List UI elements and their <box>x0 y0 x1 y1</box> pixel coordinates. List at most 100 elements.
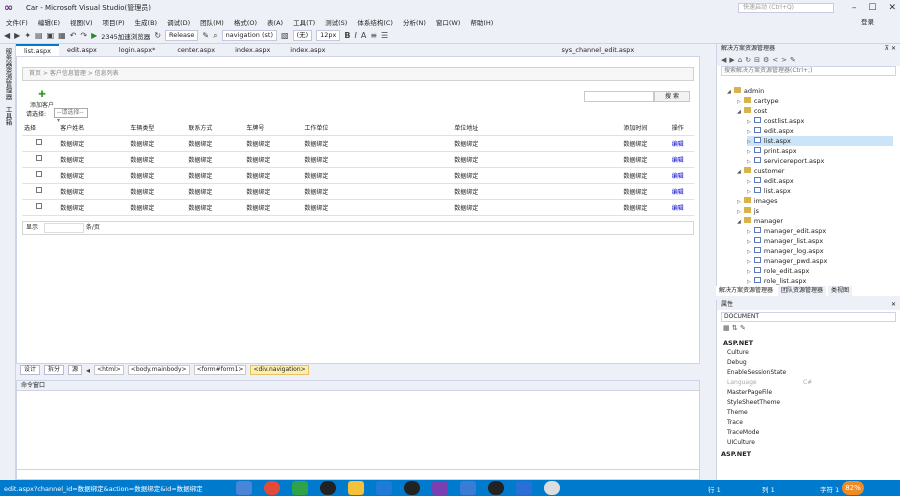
signin-link[interactable]: 登录 <box>861 16 874 28</box>
pin-icon[interactable]: ⊼ ✕ <box>885 44 896 54</box>
list-icon[interactable]: ☰ <box>381 31 388 40</box>
edit-link[interactable]: 编辑 <box>669 167 694 184</box>
edit-link[interactable]: 编辑 <box>669 183 694 200</box>
expand-right-icon[interactable]: ▷ <box>747 189 751 195</box>
solution-search-input[interactable]: 搜索解决方案资源管理器(Ctrl+;) <box>721 66 896 76</box>
expand-down-icon[interactable]: ◢ <box>737 219 741 225</box>
property-pages-icon[interactable]: ✎ <box>740 324 746 332</box>
redo-icon[interactable]: ↷ <box>80 31 87 40</box>
tree-item[interactable]: ▷ edit.aspx <box>747 176 893 186</box>
source-view-button[interactable]: 源 <box>68 365 83 375</box>
tree-item[interactable]: ▷ images <box>737 196 893 206</box>
style-apply-icon[interactable]: ▧ <box>281 31 289 40</box>
tab-team-explorer[interactable]: 团队资源管理器 <box>778 286 827 296</box>
expand-right-icon[interactable]: ▷ <box>747 159 751 165</box>
row-checkbox[interactable] <box>36 203 42 209</box>
properties-close-icon[interactable]: ✕ <box>891 300 896 310</box>
menu-item[interactable]: 分析(N) <box>403 17 426 27</box>
sol-properties-icon[interactable]: ⚙ <box>763 56 772 64</box>
menu-item[interactable]: 工具(T) <box>293 17 315 27</box>
page-size-input[interactable] <box>43 222 84 233</box>
row-checkbox[interactable] <box>36 187 42 193</box>
block-format-dropdown[interactable]: navigation (st) <box>221 30 277 41</box>
tab-login-aspx[interactable]: login.aspx* <box>111 44 164 56</box>
tree-item[interactable]: ▷ role_edit.aspx <box>747 266 893 276</box>
taskbar-app-icon[interactable] <box>460 481 476 495</box>
tree-item[interactable]: ▷ manager_edit.aspx <box>747 226 893 236</box>
crumb-html[interactable]: <html> <box>94 365 124 375</box>
edit-link[interactable]: 编辑 <box>669 199 694 216</box>
sol-forward-icon[interactable]: ▶ <box>729 56 737 64</box>
add-customer-button[interactable]: ✚ 添加客户 <box>30 91 54 110</box>
bold-icon[interactable]: B <box>344 31 350 40</box>
server-explorer-tab[interactable]: 服务器资源管理器 <box>3 48 13 100</box>
expand-right-icon[interactable]: ▷ <box>747 279 751 285</box>
search-button[interactable]: 搜 索 <box>654 91 690 102</box>
find-icon[interactable]: ⌕ <box>213 31 217 41</box>
menu-item[interactable]: 视图(V) <box>70 17 93 27</box>
configuration-dropdown[interactable]: Release <box>165 30 199 41</box>
tree-item[interactable]: ◢ manager <box>737 216 893 226</box>
sol-collapse-icon[interactable]: ⊟ <box>754 56 763 64</box>
tree-item[interactable]: ▷ manager_pwd.aspx <box>747 256 893 266</box>
property-row[interactable]: Theme <box>723 408 891 418</box>
quick-launch-input[interactable]: 快速启动 (Ctrl+Q) <box>738 3 834 13</box>
sol-wrench-icon[interactable]: ✎ <box>790 56 799 64</box>
tree-item[interactable]: ▷ cartype <box>737 96 893 106</box>
font-dropdown[interactable]: (无) <box>292 30 313 41</box>
expand-right-icon[interactable]: ▷ <box>747 179 751 185</box>
tab-center-aspx[interactable]: center.aspx <box>169 44 223 56</box>
tree-item[interactable]: ▷ js <box>737 206 893 216</box>
menu-item[interactable]: 项目(P) <box>103 17 125 27</box>
undo-icon[interactable]: ↶ <box>70 31 77 40</box>
tree-item[interactable]: ▷ manager_log.aspx <box>747 246 893 256</box>
expand-right-icon[interactable]: ▷ <box>747 239 751 245</box>
expand-down-icon[interactable]: ◢ <box>737 109 741 115</box>
expand-right-icon[interactable]: ▷ <box>747 129 751 135</box>
new-project-icon[interactable]: ✦ <box>24 31 31 40</box>
search-input[interactable] <box>584 91 654 102</box>
property-row[interactable]: UICulture <box>723 438 891 448</box>
split-view-button[interactable]: 拆分 <box>44 365 65 375</box>
tree-item[interactable]: ▷ role_list.aspx <box>747 276 893 286</box>
menu-item[interactable]: 帮助(H) <box>470 17 493 27</box>
taskbar-qq-icon[interactable] <box>488 481 504 495</box>
maximize-icon[interactable]: ☐ <box>868 0 876 16</box>
expand-right-icon[interactable]: ▷ <box>737 99 741 105</box>
tree-item[interactable]: ◢ cost <box>737 106 893 116</box>
forward-icon[interactable]: ▶ <box>14 31 20 40</box>
sol-view-code-icon[interactable]: <> <box>772 56 790 64</box>
property-row[interactable]: StyleSheetTheme <box>723 398 891 408</box>
tree-item[interactable]: ▷ manager_list.aspx <box>747 236 893 246</box>
crumb-back-icon[interactable]: ◂ <box>86 366 90 375</box>
edit-link[interactable]: 编辑 <box>669 135 694 152</box>
edit-link[interactable]: 编辑 <box>669 151 694 168</box>
save-all-icon[interactable]: ▦ <box>58 31 66 40</box>
back-icon[interactable]: ◀ <box>4 31 10 40</box>
save-icon[interactable]: ▣ <box>47 31 55 40</box>
crumb-form[interactable]: <form#form1> <box>193 365 247 375</box>
menu-item[interactable]: 调试(D) <box>167 17 190 27</box>
tree-item[interactable]: ▷ edit.aspx <box>747 126 893 136</box>
tab-edit-aspx[interactable]: edit.aspx <box>59 44 105 56</box>
tab-class-view[interactable]: 类视图 <box>828 286 853 296</box>
property-row[interactable]: Culture <box>723 348 891 358</box>
expand-right-icon[interactable]: ▷ <box>747 119 751 125</box>
tree-item[interactable]: ◢ customer <box>737 166 893 176</box>
close-icon[interactable]: ✕ <box>888 0 896 16</box>
expand-right-icon[interactable]: ▷ <box>747 269 751 275</box>
tab-solution-explorer[interactable]: 解决方案资源管理器 <box>716 286 777 296</box>
tree-item[interactable]: ▷ list.aspx <box>747 136 893 146</box>
tree-item[interactable]: ◢ admin <box>727 86 893 96</box>
taskbar-chrome-icon[interactable] <box>264 481 280 495</box>
wrench-icon[interactable]: ✎ <box>202 31 209 40</box>
property-row[interactable]: TraceMode <box>723 428 891 438</box>
toolbox-tab[interactable]: 工具箱 <box>3 106 13 126</box>
design-view-button[interactable]: 设计 <box>20 365 41 375</box>
taskbar-visual-studio-icon[interactable] <box>432 481 448 495</box>
property-row[interactable]: EnableSessionState <box>723 368 891 378</box>
taskbar-app-icon[interactable] <box>516 481 532 495</box>
row-checkbox[interactable] <box>36 171 42 177</box>
menu-item[interactable]: 体系结构(C) <box>357 17 393 27</box>
tab-sys-channel-edit[interactable]: sys_channel_edit.aspx <box>554 44 643 56</box>
